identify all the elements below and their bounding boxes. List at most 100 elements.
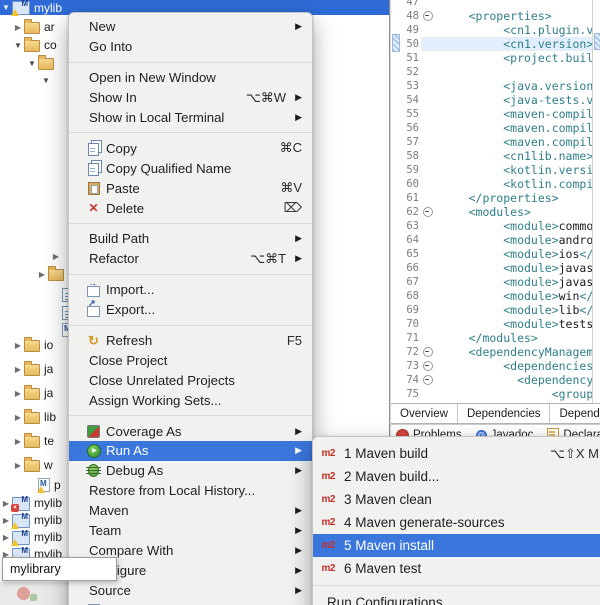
menu-item-4-maven-generate-sources[interactable]: m2 4 Maven generate-sources — [313, 511, 600, 534]
tree-item[interactable]: ▼ — [40, 72, 56, 88]
menu-item-show-in[interactable]: Show In ⌥⌘W ▶ — [69, 88, 312, 108]
code-line-body[interactable]: <java-tests.ver — [421, 93, 600, 107]
code-line-body[interactable]: <module>javase- — [421, 275, 600, 289]
menu-item-1-maven-build[interactable]: m2 1 Maven build ⌥⇧X M — [313, 442, 600, 465]
code-line-body[interactable]: <module>tests</ — [421, 317, 600, 331]
code-line-body[interactable]: <module>common- — [421, 219, 600, 233]
collapse-icon[interactable] — [422, 375, 433, 385]
tree-item[interactable]: ▶ ja — [12, 385, 53, 401]
code-line-body[interactable]: <module>android — [421, 233, 600, 247]
tree-item[interactable]: p — [26, 477, 61, 493]
menu-item-2-maven-build[interactable]: m2 2 Maven build... — [313, 465, 600, 488]
menu-item-debug-as[interactable]: Debug As ▶ — [69, 461, 312, 481]
overview-ruler[interactable] — [592, 0, 600, 424]
code-line-body[interactable]: <kotlin.version — [421, 163, 600, 177]
code-line-body[interactable]: <module>javascr — [421, 261, 600, 275]
code-line-body[interactable]: <module>ios</mo — [421, 247, 600, 261]
menu-item-import[interactable]: Import... — [69, 278, 312, 300]
tree-item[interactable]: ▶ io — [12, 337, 53, 353]
code-line-body[interactable] — [421, 0, 600, 9]
tree-item[interactable]: ▼ — [26, 55, 58, 71]
tree-item[interactable]: ▶ ja — [12, 361, 53, 377]
expander-icon[interactable]: ▼ — [40, 76, 52, 85]
tree-item[interactable]: ▼ co — [12, 37, 57, 53]
expander-icon[interactable]: ▶ — [12, 389, 24, 398]
menu-item-6-maven-test[interactable]: m2 6 Maven test — [313, 557, 600, 580]
menu-item-open-in-new-window[interactable]: Open in New Window — [69, 68, 312, 88]
menu-item-restore-from-local-history[interactable]: Restore from Local History... — [69, 481, 312, 501]
tree-item[interactable]: ▶ lib — [12, 409, 56, 425]
collapse-icon[interactable] — [422, 207, 433, 217]
menu-item-3-maven-clean[interactable]: m2 3 Maven clean — [313, 488, 600, 511]
expander-icon[interactable]: ▶ — [50, 252, 62, 261]
tab-dependencies[interactable]: Dependencies — [458, 404, 551, 423]
fold-column[interactable] — [421, 361, 434, 371]
code-line-body[interactable]: <maven.compiler — [421, 135, 600, 149]
menu-item-close-project[interactable]: Close Project — [69, 350, 312, 370]
menu-item-validate[interactable]: Validate — [69, 600, 312, 605]
menu-item-go-into[interactable]: Go Into — [69, 37, 312, 57]
tree-item[interactable]: ▶ — [50, 248, 66, 264]
tab-overview[interactable]: Overview — [391, 404, 458, 423]
expander-icon[interactable]: ▶ — [36, 270, 48, 279]
tree-item[interactable]: ▶mylib — [0, 529, 62, 546]
menu-item-source[interactable]: Source ▶ — [69, 580, 312, 600]
menu-item-assign-working-sets[interactable]: Assign Working Sets... — [69, 390, 312, 410]
fold-column[interactable] — [421, 11, 434, 21]
collapse-icon[interactable] — [422, 11, 433, 21]
code-line-body[interactable]: <project.build. — [421, 51, 600, 65]
code-line-body[interactable]: <group — [421, 387, 600, 401]
code-line-body[interactable]: <properties> — [421, 9, 600, 23]
menu-item-run-configurations[interactable]: Run Configurations... — [313, 591, 600, 605]
tree-item[interactable]: ▶mylib — [0, 512, 62, 529]
code-line-body[interactable]: <kotlin.compile — [421, 177, 600, 191]
overview-marker[interactable] — [594, 33, 600, 50]
code-line-body[interactable]: <dependencyManagem — [421, 345, 600, 359]
code-line-body[interactable]: </modules> — [421, 331, 600, 345]
menu-item-maven[interactable]: Maven ▶ — [69, 501, 312, 521]
menu-item-new[interactable]: New ▶ — [69, 17, 312, 37]
code-line-body[interactable]: <dependency — [421, 373, 600, 387]
menu-item-refactor[interactable]: Refactor ⌥⌘T ▶ — [69, 249, 312, 269]
code-line-body[interactable]: <modules> — [421, 205, 600, 219]
tree-item[interactable]: ▶mylib — [0, 495, 62, 512]
expander-icon[interactable]: ▶ — [12, 461, 24, 470]
fold-column[interactable] — [421, 375, 434, 385]
expander-icon[interactable]: ▶ — [12, 365, 24, 374]
menu-item-5-maven-install[interactable]: m2 5 Maven install — [313, 534, 600, 557]
expander-icon[interactable]: ▶ — [12, 437, 24, 446]
menu-item-copy-qualified-name[interactable]: Copy Qualified Name — [69, 158, 312, 178]
code-line-body[interactable]: <module>win</mo — [421, 289, 600, 303]
expander-icon[interactable]: ▶ — [12, 341, 24, 350]
code-line-body[interactable]: <maven.compiler — [421, 121, 600, 135]
code-line-body[interactable]: <cn1.plugin.ver — [421, 23, 600, 37]
menu-item-close-unrelated-projects[interactable]: Close Unrelated Projects — [69, 370, 312, 390]
code-line-body[interactable]: </properties> — [421, 191, 600, 205]
menu-item-coverage-as[interactable]: Coverage As ▶ — [69, 421, 312, 441]
menu-item-paste[interactable]: Paste ⌘V — [69, 178, 312, 198]
expander-icon[interactable]: ▼ — [12, 41, 24, 50]
code-line-body[interactable] — [421, 65, 600, 79]
collapse-icon[interactable] — [422, 347, 433, 357]
expander-icon[interactable]: ▶ — [12, 413, 24, 422]
code-line-body[interactable]: <java.version>1 — [421, 79, 600, 93]
tab-dependency[interactable]: Dependency — [550, 404, 600, 423]
menu-item-build-path[interactable]: Build Path ▶ — [69, 229, 312, 249]
code-line-body[interactable]: <maven-compiler — [421, 107, 600, 121]
collapse-icon[interactable] — [422, 361, 433, 371]
code-line-body[interactable]: <dependencies> — [421, 359, 600, 373]
menu-item-refresh[interactable]: ↻ Refresh F5 — [69, 331, 312, 351]
current-line[interactable]: <cn1.version>7. — [421, 37, 600, 51]
code-line-body[interactable]: <cn1lib.name>my — [421, 149, 600, 163]
menu-item-export[interactable]: Export... — [69, 298, 312, 320]
tree-item[interactable]: ▶ te — [12, 433, 54, 449]
code-line-body[interactable]: <module>lib</mo — [421, 303, 600, 317]
fold-column[interactable] — [421, 347, 434, 357]
menu-item-show-in-local-terminal[interactable]: Show in Local Terminal ▶ — [69, 108, 312, 128]
expander-icon[interactable]: ▼ — [26, 59, 38, 68]
menu-item-run-as[interactable]: Run As ▶ — [69, 441, 312, 461]
fold-column[interactable] — [421, 207, 434, 217]
tree-item[interactable]: ▶ — [36, 266, 68, 282]
expander-icon[interactable]: ▶ — [12, 23, 24, 32]
menu-item-copy[interactable]: Copy ⌘C — [69, 138, 312, 158]
